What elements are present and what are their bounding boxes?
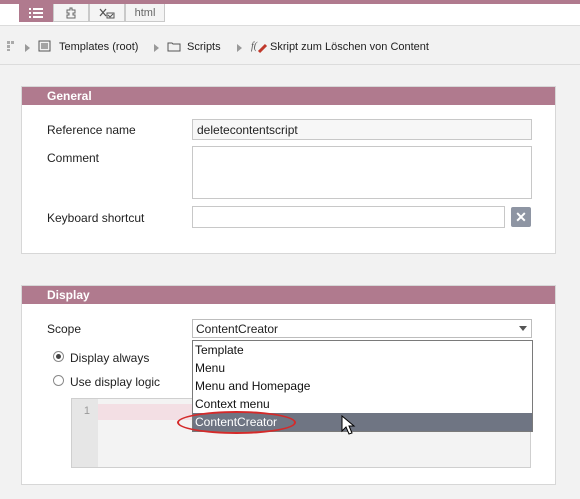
scope-option-menu[interactable]: Menu bbox=[193, 359, 532, 377]
folder-icon bbox=[167, 42, 181, 52]
close-icon: ✕ bbox=[515, 208, 527, 225]
scope-select-value: ContentCreator bbox=[196, 322, 279, 336]
list-view-icon bbox=[29, 7, 43, 18]
keyboard-shortcut-field[interactable] bbox=[192, 206, 505, 228]
templates-icon bbox=[38, 40, 51, 52]
scope-select[interactable]: ContentCreator bbox=[192, 319, 532, 338]
scope-option-menu-homepage[interactable]: Menu and Homepage bbox=[193, 377, 532, 395]
puzzle-icon bbox=[66, 7, 76, 18]
radio-display-logic[interactable] bbox=[53, 375, 64, 386]
line-number: 1 bbox=[83, 405, 90, 417]
tab-html[interactable]: html bbox=[125, 4, 165, 22]
scope-label: Scope bbox=[47, 322, 82, 336]
comment-label: Comment bbox=[47, 151, 100, 165]
radio-display-always[interactable] bbox=[53, 351, 64, 362]
nav-start-icon bbox=[7, 41, 14, 51]
breadcrumb-separator-icon bbox=[154, 44, 159, 52]
mouse-cursor-icon bbox=[341, 415, 356, 435]
reference-name-field[interactable]: deletecontentscript bbox=[192, 119, 532, 140]
tab-html-label: html bbox=[134, 6, 156, 19]
breadcrumb-separator-icon bbox=[25, 44, 30, 52]
top-toolbar: html bbox=[0, 0, 580, 26]
breadcrumb-script-name[interactable]: Skript zum Löschen von Content bbox=[270, 41, 429, 53]
breadcrumb-templates-root[interactable]: Templates (root) bbox=[59, 41, 138, 53]
chevron-down-icon bbox=[519, 326, 527, 331]
script-icon: f( bbox=[251, 41, 268, 54]
display-panel-title: Display bbox=[22, 286, 555, 304]
breadcrumb-scripts[interactable]: Scripts bbox=[187, 41, 221, 53]
display-logic-label: Use display logic bbox=[70, 375, 161, 389]
scope-option-template[interactable]: Template bbox=[193, 341, 532, 359]
tab-puzzle[interactable] bbox=[53, 4, 89, 22]
checkbox-x-icon bbox=[99, 8, 115, 18]
svg-text:f(: f( bbox=[251, 41, 258, 52]
clear-shortcut-button[interactable]: ✕ bbox=[511, 207, 531, 227]
highlight-ellipse bbox=[177, 411, 296, 434]
display-always-label: Display always bbox=[70, 351, 150, 365]
comment-field[interactable] bbox=[192, 146, 532, 199]
editor-gutter: 1 bbox=[72, 399, 98, 467]
header-divider bbox=[0, 64, 580, 65]
keyboard-shortcut-label: Keyboard shortcut bbox=[47, 211, 145, 225]
tab-list-view[interactable] bbox=[19, 4, 53, 22]
tab-checkbox[interactable] bbox=[89, 4, 125, 22]
reference-name-label: Reference name bbox=[47, 123, 136, 137]
general-panel-title: General bbox=[22, 87, 555, 105]
breadcrumb-separator-icon bbox=[237, 44, 242, 52]
